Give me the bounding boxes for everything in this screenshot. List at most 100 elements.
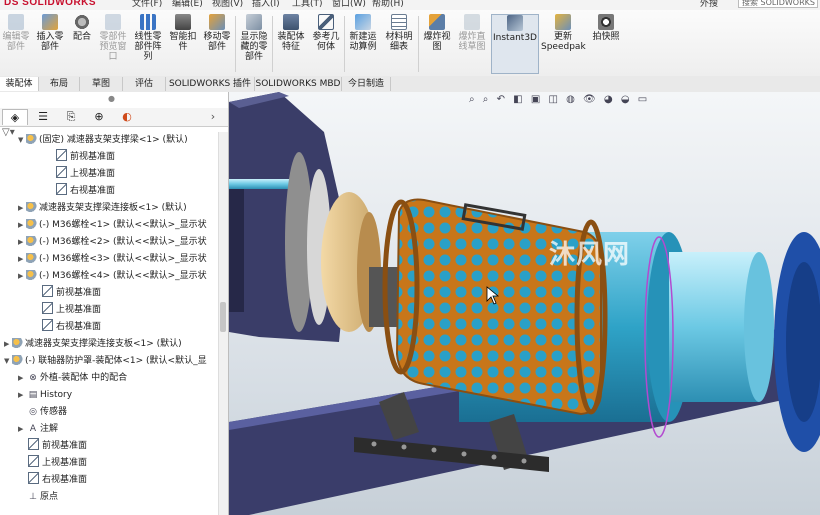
menu-item-insert[interactable]: 插入(I) (252, 0, 280, 9)
tree-item-label: (-) M36螺栓<4> (默认<<默认>_显示状 (39, 271, 207, 281)
tree-item-label: 传感器 (40, 407, 68, 417)
bom-button[interactable]: 材料明 细表 (381, 14, 417, 74)
tree-item[interactable]: ▶ (-) M36螺栓<2> (默认<<默认>_显示状 (18, 234, 207, 251)
graphics-viewport[interactable]: ⌕ ⌕ ↶ ◧ ▣ ◫ ◍ 👁 ◕ ◒ ▭ 沐风网 (229, 92, 820, 515)
tree-item[interactable]: ▶ ▤ History (18, 387, 72, 404)
tree-expander-icon[interactable]: ▼ (18, 132, 26, 149)
menu-item-tools[interactable]: 工具(T) (292, 0, 323, 9)
tree-item[interactable]: ▼ (-) 联轴器防护罩-装配体<1> (默认<默认_显 (4, 353, 207, 370)
move-component-button[interactable]: 移动零 部件 (200, 14, 234, 74)
tree-item[interactable]: 上视基准面 (32, 302, 101, 319)
tree-expander-icon[interactable]: ▶ (18, 200, 26, 217)
tree-expander-icon[interactable]: ▶ (18, 370, 26, 387)
tree-expander-icon[interactable]: ▶ (18, 251, 26, 268)
history-icon: ▤ (28, 390, 38, 400)
component-icon (12, 338, 23, 348)
tree-item[interactable]: 前视基准面 (18, 438, 87, 455)
exploded-view-button[interactable]: 爆炸视 图 (420, 14, 454, 74)
tab-sketch[interactable]: 草图 (80, 77, 123, 91)
solidworks-logo[interactable]: DS SOLIDWORKS (4, 0, 96, 8)
insert-component-label: 插入零 部件 (36, 32, 64, 52)
assembly-feature-button[interactable]: 装配体 特征 (274, 14, 308, 74)
feature-manager-tab-icon[interactable]: ◈ (2, 109, 28, 125)
component-preview-button[interactable]: 零部件 预览窗 口 (97, 14, 129, 74)
toolbar-divider (344, 16, 345, 72)
tree-scrollbar[interactable] (218, 132, 228, 515)
tree-item[interactable]: ▶ (-) M36螺栓<1> (默认<<默认>_显示状 (18, 217, 207, 234)
tree-item-label: History (40, 390, 73, 400)
command-manager-toolbar: 编辑零 部件 插入零 部件 配合 零部件 预览窗 口 线性零 部件阵 列 智能扣… (0, 10, 820, 77)
tree-expander-icon[interactable]: ▶ (18, 234, 26, 251)
update-speedpak-button[interactable]: 更新 Speedpak (541, 14, 586, 74)
tree-item-label: 减速器支架支撑梁连接支板<1> (默认) (25, 339, 182, 349)
menu-item-help[interactable]: 帮助(H) (372, 0, 404, 9)
tree-item[interactable]: ◎ 传感器 (18, 404, 67, 421)
show-hidden-icon (246, 14, 262, 30)
explode-line-sketch-button[interactable]: 爆炸直 线草图 (455, 14, 489, 74)
tree-expander-icon[interactable]: ▶ (18, 387, 26, 404)
tree-item[interactable]: 右视基准面 (18, 472, 87, 489)
menu-bar: DS SOLIDWORKS 文件(F) 编辑(E) 视图(V) 插入(I) 工具… (0, 0, 820, 10)
edit-component-button[interactable]: 编辑零 部件 (0, 14, 32, 74)
tab-today-manufacturing[interactable]: 今日制造 (342, 77, 391, 91)
menu-right-label[interactable]: 外搜 (700, 0, 718, 9)
exploded-view-icon (429, 14, 445, 30)
tab-layout[interactable]: 布局 (39, 77, 80, 91)
tree-item[interactable]: ▶ A 注解 (18, 421, 58, 438)
show-hidden-components-button[interactable]: 显示隐 藏的零 部件 (237, 14, 271, 74)
tree-item-label: 右视基准面 (56, 322, 102, 332)
mate-button[interactable]: 配合 (68, 14, 96, 74)
tree-item[interactable]: 上视基准面 (46, 166, 115, 183)
property-manager-tab-icon[interactable]: ☰ (30, 109, 56, 125)
search-input[interactable]: 搜索 SOLIDWORKS (738, 0, 818, 8)
tab-mbd[interactable]: SOLIDWORKS MBD (255, 77, 342, 91)
tree-item[interactable]: ⊥ 原点 (18, 489, 58, 506)
dimxpert-tab-icon[interactable]: ⊕ (86, 109, 112, 125)
tree-item[interactable]: 上视基准面 (18, 455, 87, 472)
menu-item-file[interactable]: 文件(F) (132, 0, 162, 9)
tab-assembly[interactable]: 装配体 (0, 77, 39, 91)
plane-icon (28, 472, 39, 484)
show-hidden-label: 显示隐 藏的零 部件 (240, 32, 268, 62)
smart-fastener-button[interactable]: 智能扣 件 (167, 14, 199, 74)
instant3d-button[interactable]: Instant3D (491, 14, 539, 74)
menu-item-edit[interactable]: 编辑(E) (172, 0, 203, 9)
tree-item[interactable]: ▼ (固定) 减速器支架支撑梁<1> (默认) (18, 132, 188, 149)
linear-pattern-button[interactable]: 线性零 部件阵 列 (130, 14, 166, 74)
linear-pattern-icon (140, 14, 156, 30)
tab-evaluate[interactable]: 评估 (123, 77, 166, 91)
insert-component-button[interactable]: 插入零 部件 (33, 14, 67, 74)
configuration-manager-tab-icon[interactable]: ⎘ (58, 109, 84, 125)
tree-expander-icon[interactable]: ▼ (4, 353, 12, 370)
new-motion-study-button[interactable]: 新建运 动算例 (346, 14, 380, 74)
tab-addins[interactable]: SOLIDWORKS 插件 (166, 77, 255, 91)
tree-expander-icon[interactable]: ▶ (18, 268, 26, 285)
linear-pattern-label: 线性零 部件阵 列 (134, 32, 162, 62)
reference-geometry-button[interactable]: 参考几 何体 (309, 14, 343, 74)
tree-expander-icon[interactable]: ▶ (18, 217, 26, 234)
mate-label: 配合 (72, 32, 91, 42)
tree-item[interactable]: ▶ (-) M36螺栓<3> (默认<<默认>_显示状 (18, 251, 207, 268)
tree-item[interactable]: ▶ 减速器支架支撑梁连接板<1> (默认) (18, 200, 187, 217)
tree-item[interactable]: ▶ 减速器支架支撑梁连接支板<1> (默认) (4, 336, 182, 353)
tree-item[interactable]: 右视基准面 (46, 183, 115, 200)
display-manager-tab-icon[interactable]: ◐ (114, 109, 140, 125)
move-component-label: 移动零 部件 (203, 32, 231, 52)
panel-expand-arrow-icon[interactable]: › (200, 109, 226, 125)
tree-item[interactable]: ▶ ⊗ 外植-装配体 中的配合 (18, 370, 127, 387)
scrollbar-thumb[interactable] (220, 302, 226, 332)
tree-expander-icon[interactable]: ▶ (18, 421, 26, 438)
component-preview-label: 零部件 预览窗 口 (99, 32, 127, 62)
tree-item[interactable]: ▶ (-) M36螺栓<4> (默认<<默认>_显示状 (18, 268, 207, 285)
take-snapshot-button[interactable]: 拍快照 (588, 14, 624, 74)
edit-component-label: 编辑零 部件 (2, 32, 30, 52)
tree-item[interactable]: 前视基准面 (32, 285, 101, 302)
tree-item-label: 前视基准面 (56, 288, 102, 298)
menu-item-window[interactable]: 窗口(W) (332, 0, 366, 9)
sensor-icon: ◎ (29, 407, 37, 417)
tree-item[interactable]: 前视基准面 (46, 149, 115, 166)
tree-expander-icon[interactable]: ▶ (4, 336, 12, 353)
panel-grip-icon[interactable]: ● (108, 94, 115, 103)
menu-item-view[interactable]: 视图(V) (212, 0, 243, 9)
tree-item[interactable]: 右视基准面 (32, 319, 101, 336)
